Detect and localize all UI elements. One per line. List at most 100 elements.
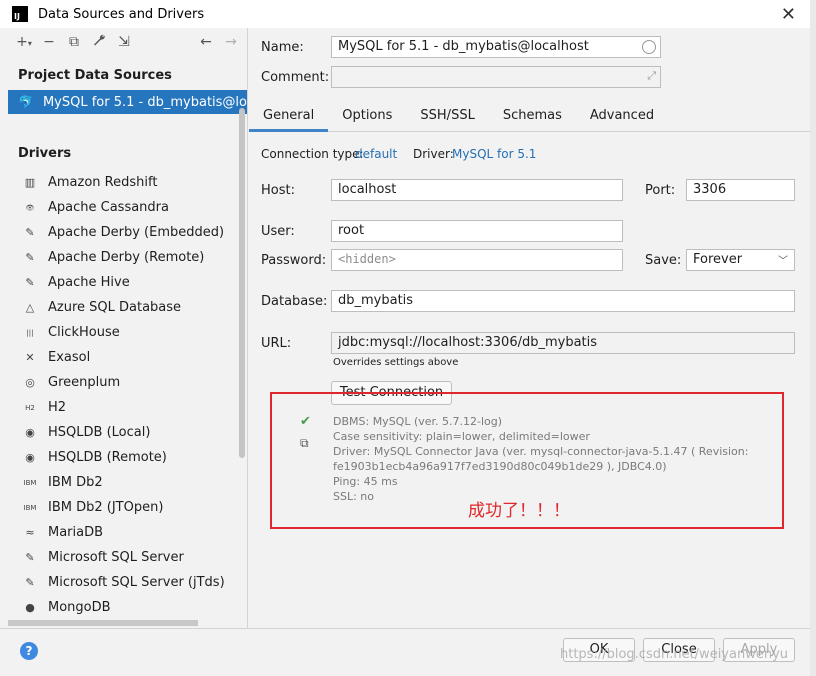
driver-link[interactable]: MySQL for 5.1 [452, 147, 536, 161]
tab-ssh-ssl[interactable]: SSH/SSL [406, 100, 488, 132]
url-label: URL: [261, 336, 292, 351]
driver-item[interactable]: H2 H2 [8, 395, 247, 420]
save-select[interactable]: Forever ﹀ [686, 249, 795, 271]
driver-icon: ✎ [25, 226, 35, 239]
remove-icon[interactable]: − [41, 34, 57, 50]
expand-icon[interactable]: ⤢ [647, 69, 656, 83]
driver-label: H2 [48, 400, 67, 415]
driver-item[interactable]: IBM IBM Db2 [8, 470, 247, 495]
connection-type-label: Connection type: [261, 147, 364, 161]
sidebar: +▾ − ⧉ ⇲ ← → Project Data Sources 🐬 MySQ… [8, 28, 248, 628]
driver-list: ▥ Amazon Redshift 👁 Apache Cassandra ✎ Apache… [8, 170, 247, 620]
password-input[interactable]: <hidden> [331, 249, 623, 271]
watermark: https://blog.csdn.net/weiyanwenyu [560, 647, 789, 662]
port-input[interactable]: 3306 [686, 179, 795, 201]
sidebar-scrollbar[interactable] [239, 108, 245, 458]
user-label: User: [261, 224, 295, 239]
driver-icon: ✎ [25, 251, 35, 264]
driver-item[interactable]: 👁 Apache Cassandra [8, 195, 247, 220]
database-input[interactable]: db_mybatis [331, 290, 795, 312]
driver-label: HSQLDB (Remote) [48, 450, 167, 465]
chevron-down-icon: ﹀ [778, 256, 788, 267]
tab-options[interactable]: Options [328, 100, 406, 132]
host-label: Host: [261, 183, 295, 198]
add-icon[interactable]: +▾ [16, 34, 32, 50]
drivers-heading: Drivers [18, 146, 72, 161]
title-bar: IJ Data Sources and Drivers ✕ [0, 0, 810, 28]
sidebar-toolbar: +▾ − ⧉ ⇲ ← → [8, 28, 247, 56]
name-value: MySQL for 5.1 - db_mybatis@localhost [338, 39, 589, 54]
driver-label: Apache Derby (Remote) [48, 250, 205, 265]
name-input[interactable]: MySQL for 5.1 - db_mybatis@localhost [331, 36, 661, 58]
url-input[interactable]: jdbc:mysql://localhost:3306/db_mybatis [331, 332, 795, 354]
driver-item[interactable]: ✎ Apache Derby (Embedded) [8, 220, 247, 245]
driver-icon: ▥ [24, 176, 36, 189]
color-circle-icon[interactable] [642, 40, 656, 54]
wrench-icon[interactable] [91, 33, 107, 51]
driver-icon: ✕ [25, 351, 35, 364]
driver-item[interactable]: ◉ HSQLDB (Local) [8, 420, 247, 445]
data-source-label: MySQL for 5.1 - db_mybatis@localhost [42, 94, 247, 110]
background-window-edge [810, 0, 816, 676]
driver-item[interactable]: IBM IBM Db2 (JTOpen) [8, 495, 247, 520]
driver-item[interactable]: ||| ClickHouse [8, 320, 247, 345]
driver-icon: ✎ [25, 276, 35, 289]
driver-item[interactable]: ≈ MariaDB [8, 520, 247, 545]
import-icon[interactable]: ⇲ [116, 34, 132, 50]
driver-label: Microsoft SQL Server (jTds) [48, 575, 225, 590]
intellij-app-icon: IJ [12, 6, 28, 22]
driver-item[interactable]: ◎ Greenplum [8, 370, 247, 395]
sidebar-horizontal-scrollbar[interactable] [8, 620, 198, 626]
driver-item[interactable]: △ Azure SQL Database [8, 295, 247, 320]
driver-icon: ◎ [25, 376, 35, 389]
driver-label: Apache Hive [48, 275, 130, 290]
driver-label: Apache Derby (Embedded) [48, 225, 225, 240]
driver-label: Amazon Redshift [48, 175, 158, 190]
help-icon[interactable]: ? [20, 642, 38, 660]
driver-item[interactable]: ◉ HSQLDB (Remote) [8, 445, 247, 470]
driver-label: IBM Db2 [48, 475, 103, 490]
driver-icon: △ [25, 301, 35, 314]
driver-label: Exasol [48, 350, 91, 365]
driver-item[interactable]: ✎ Microsoft SQL Server [8, 545, 247, 570]
driver-item[interactable]: ✕ Exasol [8, 345, 247, 370]
name-label: Name: [261, 40, 304, 55]
save-label: Save: [645, 253, 682, 268]
driver-icon: IBM [23, 478, 37, 487]
tab-schemas[interactable]: Schemas [489, 100, 576, 132]
driver-item[interactable]: ● MongoDB [8, 595, 247, 620]
settings-panel: Name: MySQL for 5.1 - db_mybatis@localho… [249, 28, 810, 628]
back-arrow-icon[interactable]: ← [198, 34, 214, 50]
user-input[interactable]: root [331, 220, 623, 242]
comment-label: Comment: [261, 70, 330, 85]
driver-icon: ◉ [25, 451, 35, 464]
driver-label: HSQLDB (Local) [48, 425, 151, 440]
driver-label: Azure SQL Database [48, 300, 182, 315]
tab-bar: General Options SSH/SSL Schemas Advanced [249, 100, 810, 132]
driver-label: ClickHouse [48, 325, 120, 340]
host-input[interactable]: localhost [331, 179, 623, 201]
connection-type-link[interactable]: default [355, 147, 397, 161]
driver-label: MongoDB [48, 600, 111, 615]
url-note: Overrides settings above [333, 357, 459, 368]
driver-item[interactable]: ✎ Microsoft SQL Server (jTds) [8, 570, 247, 595]
driver-label: Microsoft SQL Server [48, 550, 184, 565]
comment-input[interactable]: ⤢ [331, 66, 661, 88]
driver-icon: ≈ [25, 526, 35, 539]
duplicate-icon[interactable]: ⧉ [66, 34, 82, 50]
port-label: Port: [645, 183, 676, 198]
driver-item[interactable]: ✎ Apache Derby (Remote) [8, 245, 247, 270]
password-label: Password: [261, 253, 327, 268]
tab-general[interactable]: General [249, 100, 329, 132]
driver-item[interactable]: ✎ Apache Hive [8, 270, 247, 295]
success-annotation: 成功了！！！ [468, 501, 570, 521]
driver-label: Greenplum [48, 375, 121, 390]
forward-arrow-icon[interactable]: → [223, 34, 239, 50]
tab-advanced[interactable]: Advanced [576, 100, 668, 132]
save-select-value: Forever [693, 252, 743, 267]
close-icon[interactable]: ✕ [781, 4, 796, 25]
data-source-item-selected[interactable]: 🐬 MySQL for 5.1 - db_mybatis@localhost [8, 90, 247, 114]
dialog-window: IJ Data Sources and Drivers ✕ +▾ − ⧉ ⇲ ←… [0, 0, 810, 676]
driver-item[interactable]: ▥ Amazon Redshift [8, 170, 247, 195]
driver-icon: 👁 [25, 203, 35, 212]
